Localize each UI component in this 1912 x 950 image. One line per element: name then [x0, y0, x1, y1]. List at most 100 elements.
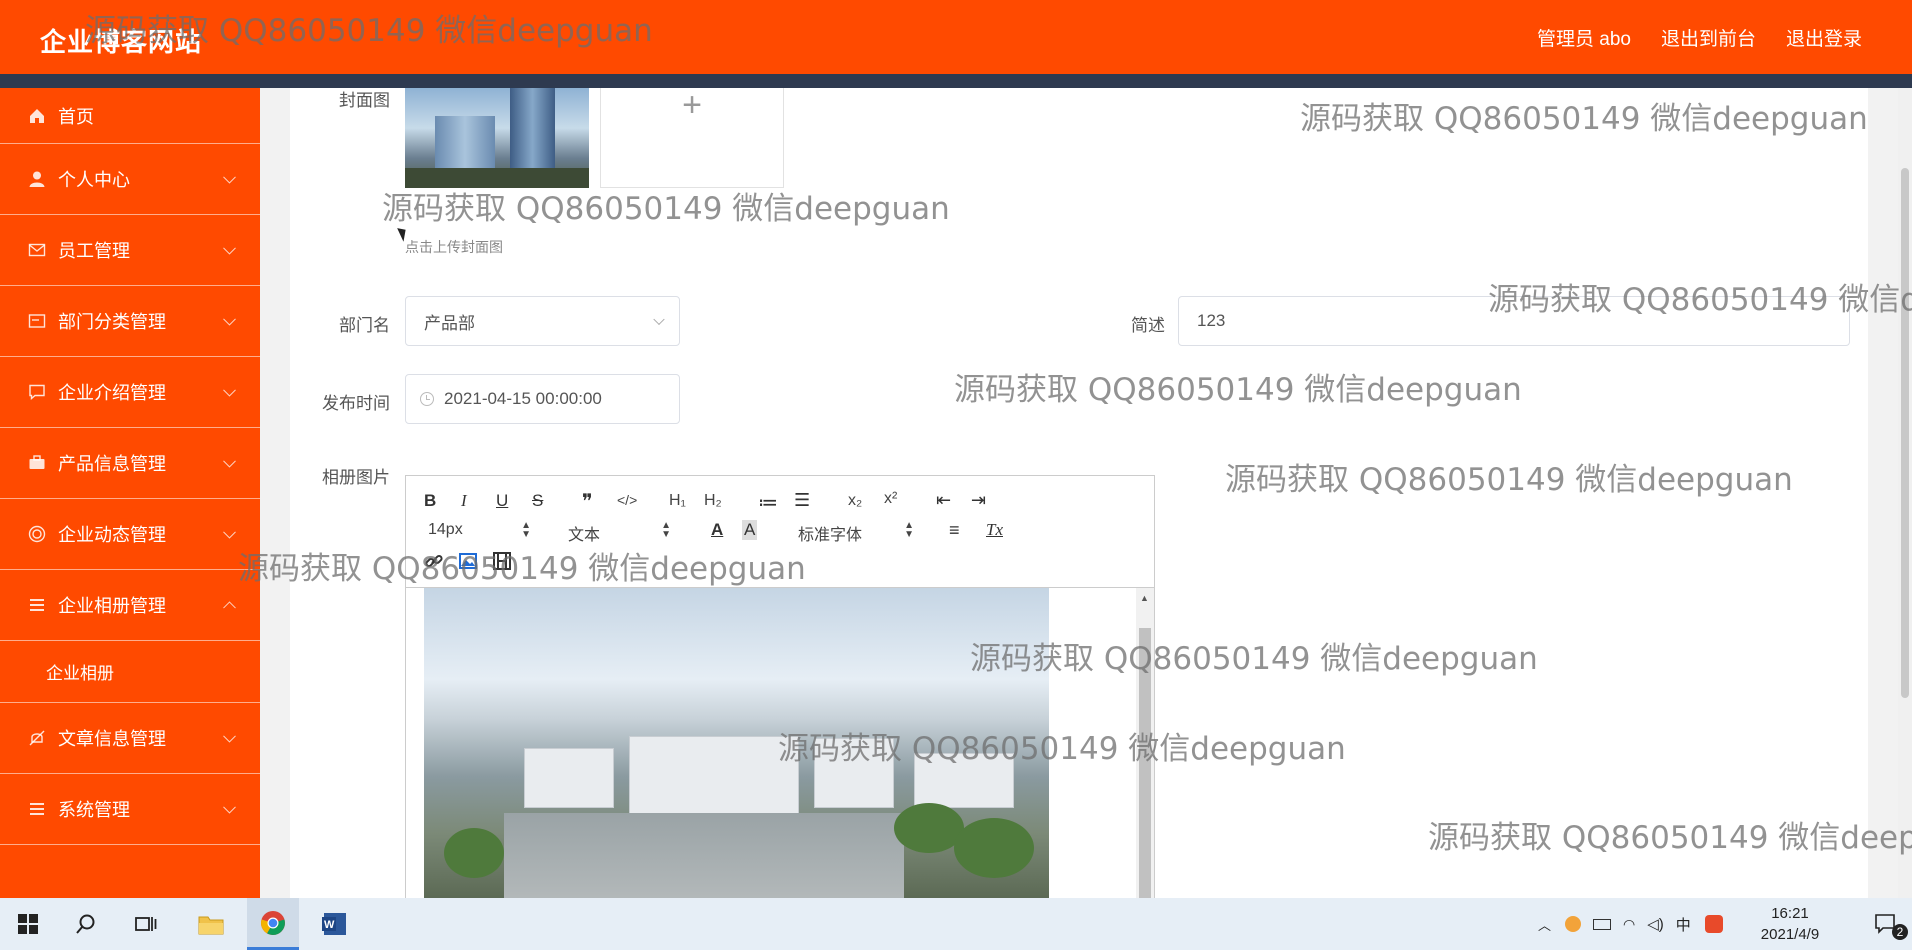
sidebar-item-news[interactable]: 企业动态管理 [0, 499, 260, 570]
summary-label: 简述 [1131, 316, 1165, 335]
volume-icon[interactable]: ◁) [1647, 915, 1664, 933]
publish-time-label: 发布时间 [322, 394, 390, 413]
chevron-down-icon [223, 800, 236, 814]
system-tray: ︿ ◠ ◁) 中 [1538, 898, 1723, 950]
editor-toolbar: B I U S ❞ </> H₁ H₂ ≔ ☰ x₂ x² ⇤ ⇥ 14px ▲… [406, 476, 1154, 588]
top-header: 企业博客网站 管理员 abo 退出到前台 退出登录 [0, 0, 1912, 74]
cover-image[interactable] [405, 88, 589, 188]
dept-label: 部门名 [339, 316, 390, 335]
show-hidden-icons-icon[interactable]: ︿ [1538, 915, 1551, 934]
sidebar-item-label: 企业动态管理 [58, 525, 166, 545]
ordered-list-button[interactable]: ≔ [758, 490, 778, 515]
dept-select-value: 产品部 [424, 313, 475, 333]
page-scrollbar[interactable] [1898, 88, 1912, 898]
exit-to-frontend-link[interactable]: 退出到前台 [1661, 24, 1756, 51]
underline-button[interactable]: U [496, 491, 508, 511]
sogou-icon[interactable] [1704, 915, 1723, 933]
chevron-up-icon [223, 601, 236, 615]
editor-scrollbar[interactable]: ▲ [1136, 588, 1154, 914]
taskbar-date: 2021/4/9 [1760, 926, 1820, 943]
summary-input[interactable]: 123 [1178, 296, 1850, 346]
sidebar-item-label: 文章信息管理 [58, 729, 166, 749]
taskbar-clock[interactable]: 16:21 2021/4/9 [1740, 903, 1840, 945]
qq-icon[interactable] [1565, 916, 1582, 932]
sidebar-item-home[interactable]: 首页 [0, 88, 260, 144]
image-icon[interactable] [458, 551, 478, 576]
notification-count-badge: 2 [1892, 924, 1908, 940]
sidebar-item-system[interactable]: 系统管理 [0, 774, 260, 845]
chevron-down-icon [223, 241, 236, 255]
bold-button[interactable]: B [424, 491, 436, 511]
file-explorer-icon[interactable] [185, 898, 237, 950]
chrome-icon[interactable] [247, 898, 299, 950]
user-icon [28, 170, 46, 188]
cover-label: 封面图 [339, 91, 390, 110]
font-size-value: 14px [428, 521, 463, 538]
scroll-up-icon[interactable]: ▲ [1140, 593, 1149, 603]
align-button[interactable]: ≡ [949, 520, 960, 541]
wifi-icon[interactable]: ◠ [1623, 916, 1635, 933]
album-photo [424, 588, 1049, 914]
notification-center-icon[interactable]: 2 [1862, 898, 1912, 950]
chevron-down-icon [223, 312, 236, 326]
bullet-list-button[interactable]: ☰ [794, 490, 810, 511]
search-icon[interactable] [60, 898, 112, 950]
sidebar-item-department[interactable]: 部门分类管理 [0, 286, 260, 357]
word-icon[interactable]: W [308, 898, 360, 950]
sidebar-item-label: 首页 [58, 106, 94, 127]
header-links: 管理员 abo 退出到前台 退出登录 [1537, 24, 1862, 51]
sidebar-item-personal-center[interactable]: 个人中心 [0, 144, 260, 215]
format-picker[interactable]: 文本 ▲ ▼ [568, 520, 671, 545]
chevron-down-icon [223, 729, 236, 743]
target-icon [28, 525, 46, 543]
sidebar-item-label: 企业相册管理 [58, 596, 166, 616]
sidebar-subitem-album[interactable]: 企业相册 [0, 641, 260, 703]
italic-button[interactable]: I [461, 491, 467, 511]
cover-upload-button[interactable]: + [600, 88, 784, 188]
bell-icon [28, 729, 46, 747]
battery-icon[interactable] [1593, 918, 1612, 930]
header-strip [0, 74, 1912, 88]
outdent-button[interactable]: ⇤ [936, 490, 951, 511]
indent-button[interactable]: ⇥ [971, 490, 986, 511]
sidebar-item-company-intro[interactable]: 企业介绍管理 [0, 357, 260, 428]
task-view-icon[interactable] [120, 898, 172, 950]
windows-start-icon[interactable] [2, 898, 54, 950]
ime-indicator[interactable]: 中 [1676, 914, 1691, 935]
updown-icon: ▲ ▼ [661, 520, 671, 540]
briefcase-icon [28, 454, 46, 472]
font-size-picker[interactable]: 14px ▲ ▼ [428, 521, 531, 541]
header1-button[interactable]: H₁ [669, 492, 686, 510]
blockquote-button[interactable]: ❞ [582, 489, 593, 514]
publish-time-picker[interactable]: 2021-04-15 00:00:00 [405, 374, 680, 424]
chevron-down-icon [653, 313, 665, 326]
font-family-picker[interactable]: 标准字体 ▲ ▼ [798, 521, 914, 545]
menu-icon [28, 800, 46, 818]
font-family-value: 标准字体 [798, 527, 863, 544]
link-icon[interactable] [424, 551, 444, 576]
subscript-button[interactable]: x₂ [848, 492, 862, 510]
chevron-down-icon [223, 170, 236, 184]
strike-button[interactable]: S [532, 491, 543, 511]
sidebar-item-articles[interactable]: 文章信息管理 [0, 703, 260, 774]
dept-select[interactable]: 产品部 [405, 296, 680, 346]
logout-link[interactable]: 退出登录 [1786, 24, 1862, 51]
font-color-button[interactable]: A [711, 520, 723, 540]
video-icon[interactable] [492, 551, 512, 576]
taskbar-time: 16:21 [1771, 905, 1809, 922]
clear-format-button[interactable]: Tx [986, 520, 1003, 540]
background-color-button[interactable]: A [742, 520, 758, 540]
format-value: 文本 [568, 527, 601, 544]
sidebar-item-label: 部门分类管理 [58, 312, 166, 332]
site-title: 企业博客网站 [40, 27, 203, 57]
sidebar-item-staff[interactable]: 员工管理 [0, 215, 260, 286]
code-block-button[interactable]: </> [617, 492, 637, 508]
publish-time-value: 2021-04-15 00:00:00 [444, 389, 602, 408]
sidebar-item-products[interactable]: 产品信息管理 [0, 428, 260, 499]
editor-content[interactable]: ▲ [406, 588, 1154, 914]
home-icon [28, 107, 46, 125]
header2-button[interactable]: H₂ [704, 492, 722, 510]
sidebar-item-album[interactable]: 企业相册管理 [0, 570, 260, 641]
superscript-button[interactable]: x² [884, 490, 897, 508]
admin-user-link[interactable]: 管理员 abo [1537, 24, 1631, 51]
